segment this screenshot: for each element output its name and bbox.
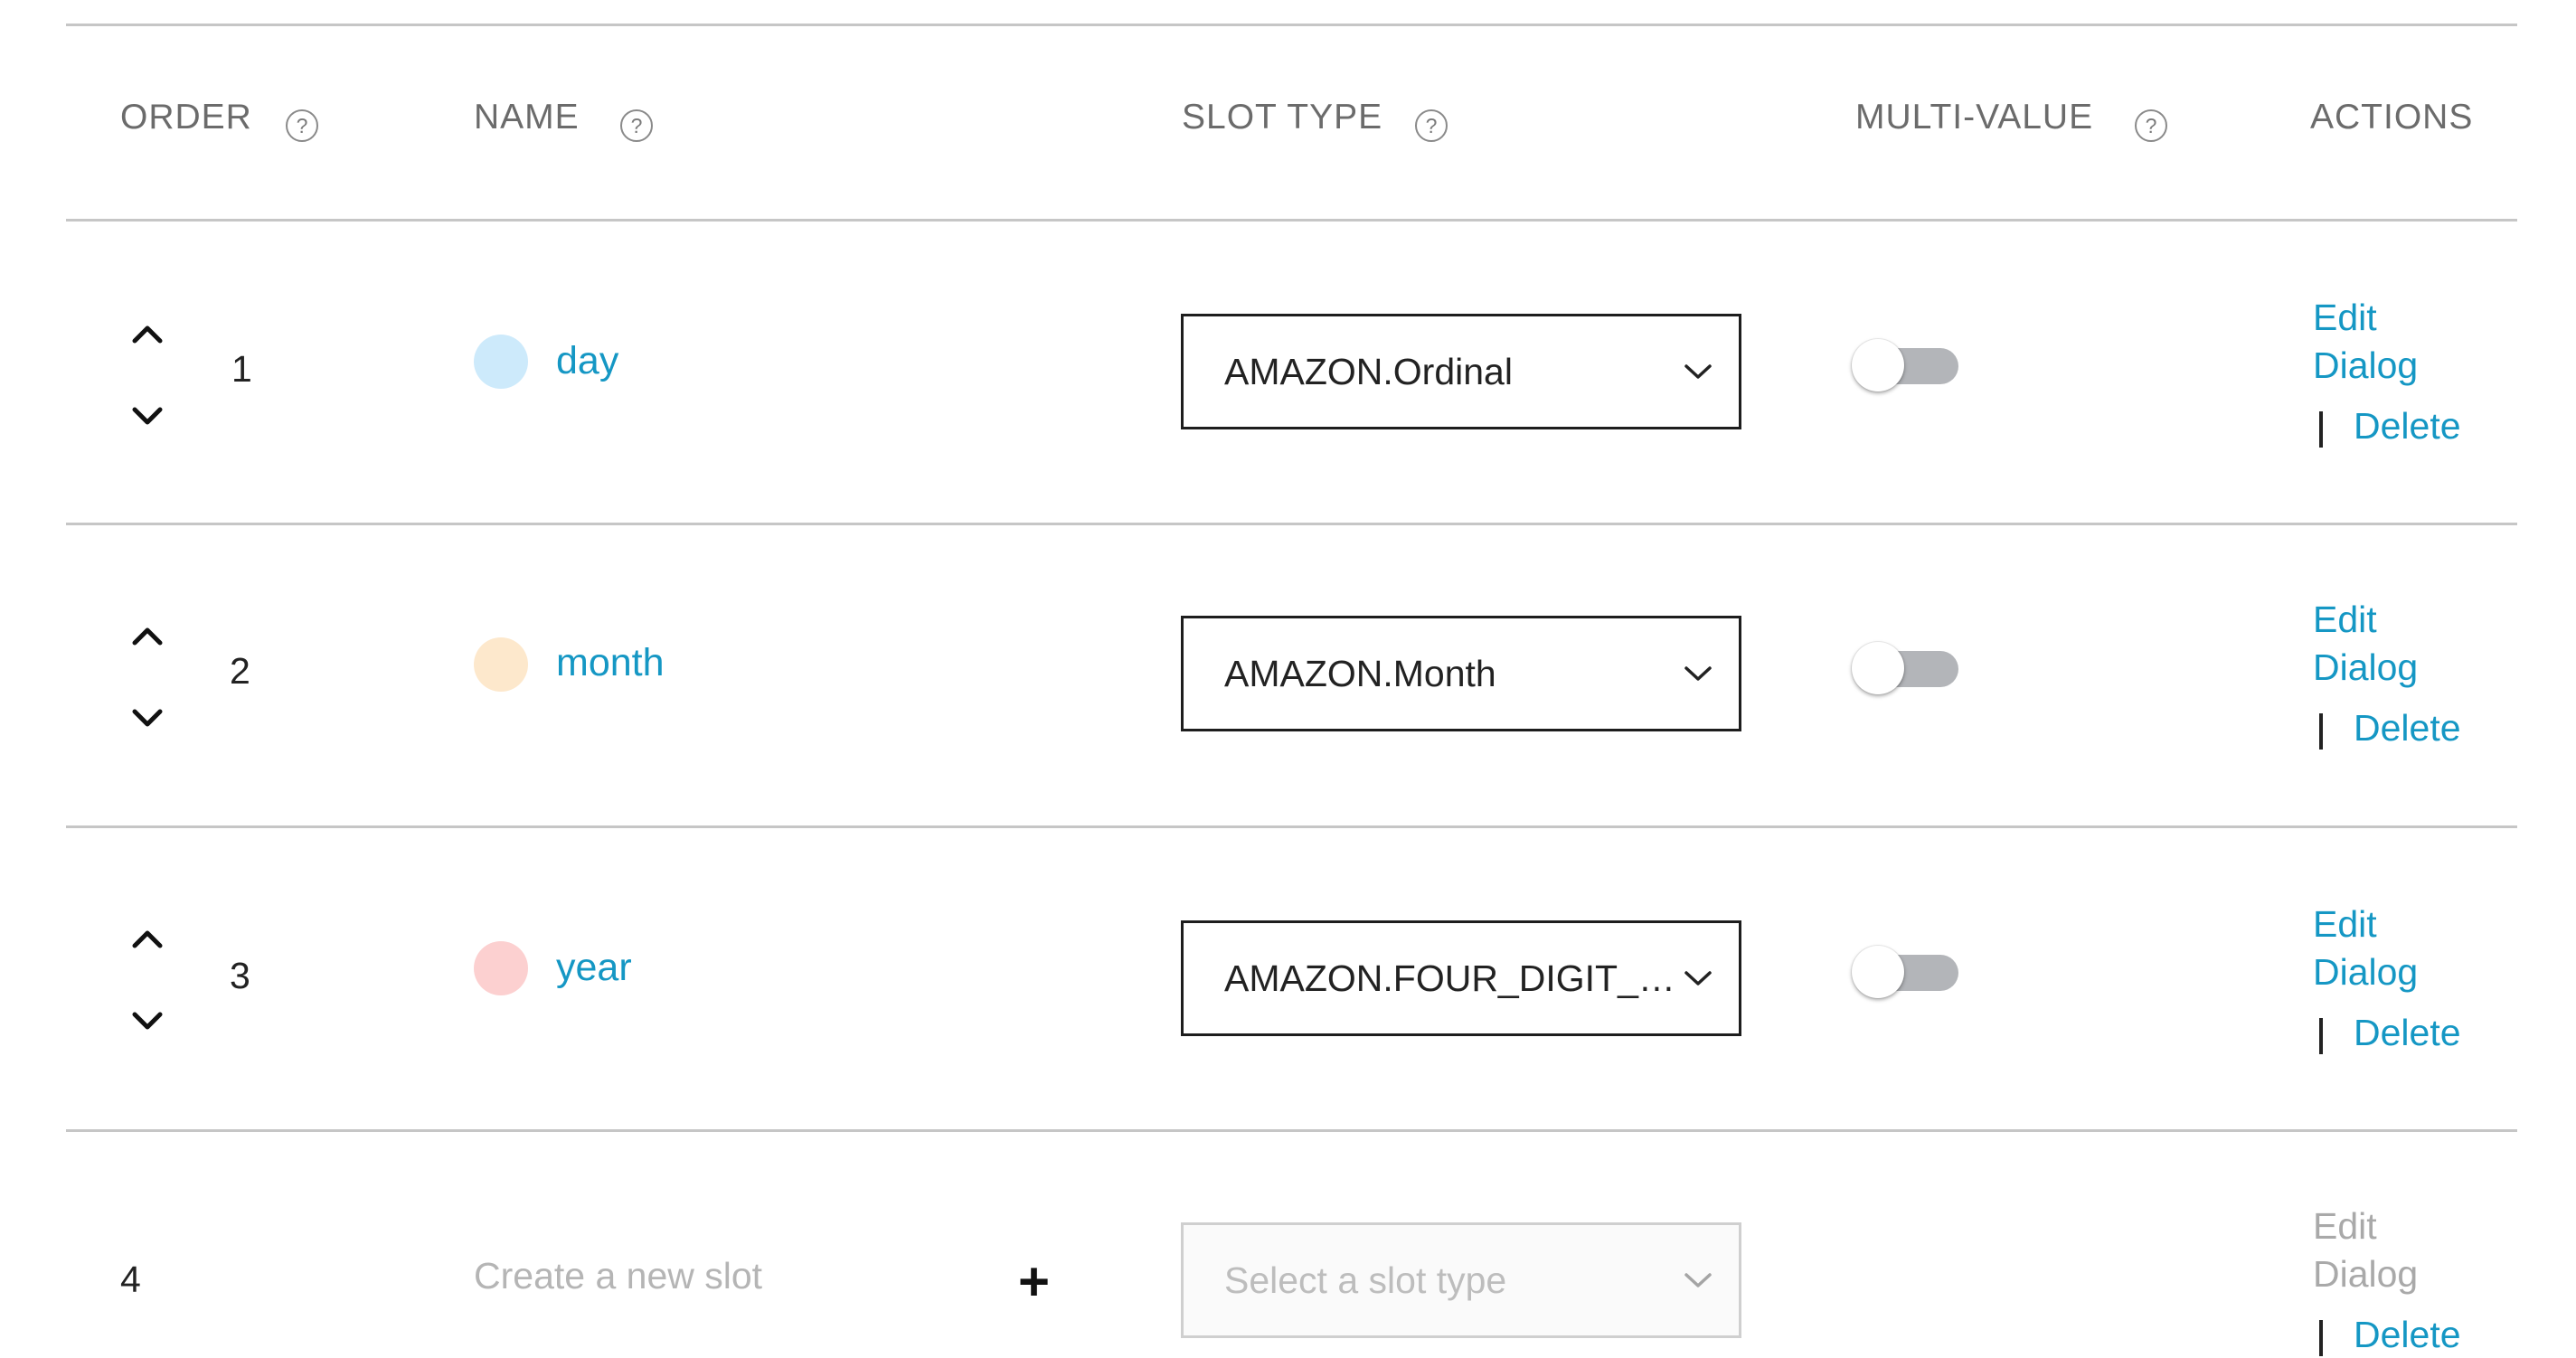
- chevron-up-icon[interactable]: [129, 926, 165, 953]
- action-separator: [2319, 1320, 2323, 1356]
- multi-value-toggle[interactable]: [1852, 642, 1962, 696]
- multi-value-toggle[interactable]: [1852, 339, 1962, 393]
- header-multi-value: MULTI-VALUE: [1855, 98, 2094, 137]
- slot-name-link[interactable]: year: [556, 946, 632, 990]
- delete-link[interactable]: Delete: [2354, 1009, 2461, 1056]
- slot-type-select[interactable]: AMAZON.Ordinal: [1181, 314, 1741, 429]
- delete-link[interactable]: Delete: [2354, 704, 2461, 751]
- chevron-down-icon: [1683, 1270, 1713, 1290]
- slot-order: 4: [120, 1259, 141, 1300]
- edit-dialog-link: Edit: [2313, 1205, 2377, 1247]
- edit-dialog-link[interactable]: Edit: [2313, 901, 2377, 948]
- delete-link[interactable]: Delete: [2354, 402, 2461, 449]
- slot-type-value: AMAZON.Ordinal: [1224, 351, 1513, 392]
- slot-color-dot: [474, 335, 528, 389]
- slot-type-select[interactable]: AMAZON.FOUR_DIGIT_NUMBER: [1181, 920, 1741, 1036]
- edit-dialog-link[interactable]: Dialog: [2313, 342, 2418, 389]
- chevron-up-icon[interactable]: [129, 321, 165, 348]
- header-actions: ACTIONS: [2310, 98, 2474, 137]
- help-circle-icon[interactable]: ?: [620, 109, 653, 142]
- slot-color-dot: [474, 941, 528, 995]
- chevron-up-icon[interactable]: [129, 623, 165, 650]
- action-separator: [2319, 411, 2323, 448]
- toggle-knob: [1852, 642, 1904, 694]
- action-separator: [2319, 1018, 2323, 1054]
- toggle-knob: [1852, 339, 1904, 391]
- edit-dialog-link[interactable]: Dialog: [2313, 644, 2418, 691]
- edit-dialog-link[interactable]: Dialog: [2313, 948, 2418, 995]
- plus-icon[interactable]: +: [1018, 1255, 1050, 1309]
- multi-value-toggle[interactable]: [1852, 946, 1962, 1000]
- chevron-down-icon: [1683, 362, 1713, 382]
- table-row: 1 day AMAZON.Ordinal Edit Dialog Delete: [0, 222, 2576, 520]
- slot-type-value: AMAZON.FOUR_DIGIT_NUMBER: [1224, 957, 1694, 999]
- slot-name-link[interactable]: month: [556, 641, 665, 685]
- slot-name-link[interactable]: day: [556, 339, 618, 383]
- table-top-border: [66, 24, 2517, 26]
- new-slot-row: 4 Create a new slot + Select a slot type…: [0, 1132, 2576, 1357]
- help-circle-icon[interactable]: ?: [2135, 109, 2167, 142]
- chevron-down-icon[interactable]: [129, 402, 165, 429]
- header-order: ORDER: [120, 98, 252, 137]
- slot-type-select[interactable]: Select a slot type: [1181, 1222, 1741, 1338]
- table-row: 2 month AMAZON.Month Edit Dialog Delete: [0, 525, 2576, 824]
- new-slot-name-input[interactable]: Create a new slot: [474, 1255, 762, 1297]
- slot-order: 2: [230, 650, 250, 692]
- chevron-down-icon: [1683, 968, 1713, 988]
- header-name: NAME: [474, 98, 580, 137]
- help-circle-icon[interactable]: ?: [1415, 109, 1448, 142]
- slot-type-value: AMAZON.Month: [1224, 653, 1496, 694]
- slot-order: 3: [230, 955, 250, 996]
- edit-dialog-link[interactable]: Edit: [2313, 596, 2377, 643]
- edit-dialog-link[interactable]: Edit: [2313, 294, 2377, 341]
- slot-type-select[interactable]: AMAZON.Month: [1181, 616, 1741, 731]
- delete-link[interactable]: Delete: [2354, 1311, 2461, 1358]
- header-slot-type: SLOT TYPE: [1182, 98, 1383, 137]
- chevron-down-icon[interactable]: [129, 1007, 165, 1034]
- slot-type-placeholder: Select a slot type: [1224, 1259, 1507, 1301]
- slot-color-dot: [474, 637, 528, 692]
- edit-dialog-link: Dialog: [2313, 1253, 2419, 1295]
- action-separator: [2319, 713, 2323, 750]
- chevron-down-icon[interactable]: [129, 704, 165, 731]
- toggle-knob: [1852, 946, 1904, 998]
- table-row: 3 year AMAZON.FOUR_DIGIT_NUMBER Edit Dia…: [0, 828, 2576, 1127]
- slot-order: 1: [231, 348, 252, 390]
- help-circle-icon[interactable]: ?: [286, 109, 318, 142]
- chevron-down-icon: [1683, 664, 1713, 684]
